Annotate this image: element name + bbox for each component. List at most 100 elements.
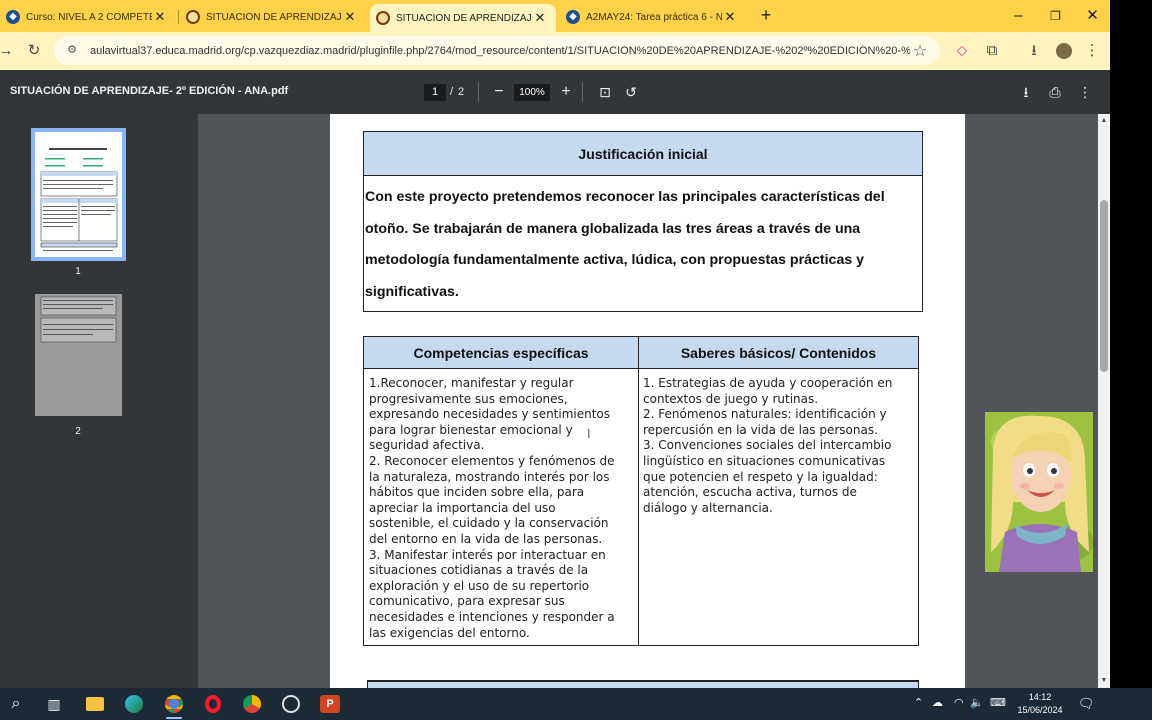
download-icon[interactable]: ⭳ (1022, 39, 1046, 63)
right-margin (1110, 0, 1152, 688)
competencias-line: apreciar la importancia del uso (369, 500, 556, 515)
moodle-favicon-icon: ◆ (6, 10, 20, 24)
chrome-icon[interactable] (162, 692, 186, 719)
pdf-filename: SITUACIÓN DE APRENDIZAJE- 2º EDICIÓN - A… (10, 85, 289, 97)
close-tab-icon[interactable]: ✕ (532, 10, 548, 26)
scroll-down-icon[interactable]: ▼ (1098, 674, 1110, 688)
saberes-line: repercusión en la vida de las personas. (643, 422, 878, 437)
print-icon[interactable]: ⎙ (1045, 82, 1065, 102)
pdf-favicon-icon (376, 11, 390, 25)
profile-avatar[interactable] (1052, 39, 1076, 63)
webcam-overlay (985, 412, 1093, 572)
clock[interactable]: 14:12 15/06/2024 (1014, 691, 1066, 717)
file-explorer-icon[interactable] (83, 692, 107, 716)
competencias-line: 1.Reconocer, manifestar y regular (369, 376, 574, 390)
thumbnail-label-2: 2 (75, 426, 81, 437)
saberes-cell: 1. Estrategias de ayuda y cooperación en… (643, 376, 915, 516)
saberes-line: lingüístico en situaciones comunicativas (643, 453, 886, 468)
vertical-scrollbar[interactable]: ▲ ▼ (1098, 114, 1110, 688)
page-thumbnail-2[interactable] (35, 294, 122, 416)
rotate-icon[interactable]: ↺ (621, 82, 641, 102)
onedrive-icon[interactable]: ☁ (932, 696, 943, 709)
tray-chevron-icon[interactable]: ⌃ (914, 696, 923, 709)
browser-menu-icon[interactable]: ⋮ (1080, 39, 1104, 63)
zoom-in-icon[interactable]: + (556, 82, 576, 102)
saberes-line: 3. Convenciones sociales del intercambio (643, 438, 892, 453)
thumbnail-preview-icon (40, 148, 118, 251)
download-pdf-icon[interactable]: ⭳ (1016, 82, 1036, 102)
competencias-line: del entorno en la vida de las personas. (369, 531, 603, 546)
wifi-icon[interactable]: ◠ (954, 696, 964, 709)
cartoon-girl-avatar (985, 412, 1093, 572)
new-tab-button[interactable]: + (756, 5, 776, 27)
pdf-favicon-icon (186, 10, 200, 24)
close-window-button[interactable]: ✕ (1074, 0, 1111, 32)
pdf-viewer-toolbar: SITUACIÓN DE APRENDIZAJE- 2º EDICIÓN - A… (0, 70, 1110, 114)
competencias-line: seguridad afectiva. (369, 438, 485, 453)
volume-icon[interactable]: 🔈 (970, 696, 984, 709)
more-actions-icon[interactable]: ⋮ (1075, 82, 1095, 102)
close-tab-icon[interactable]: ✕ (722, 9, 738, 25)
competencias-line: hábitos que inciden sobre ella, para (369, 485, 585, 500)
bookmark-star-icon[interactable]: ☆ (910, 41, 930, 61)
competencias-line: comunicativo, para expresar sus (369, 594, 565, 609)
task-view-icon[interactable]: ▥ (42, 692, 66, 716)
reload-icon[interactable]: ↻ (22, 39, 46, 63)
minimize-button[interactable]: – (1000, 0, 1037, 32)
powerpoint-icon[interactable]: P (318, 692, 342, 716)
tab-situacion-1[interactable]: SITUACIÓN DE APRENDIZAJE- 2 ✕ (180, 4, 366, 30)
search-icon[interactable]: ⌕ (4, 692, 28, 716)
chrome-alt-icon[interactable] (240, 692, 264, 716)
keyboard-icon[interactable]: ⌨ (990, 696, 1006, 709)
next-section-header (367, 680, 919, 688)
thumbnail-label-1: 1 (75, 266, 81, 277)
forward-icon[interactable]: → (0, 39, 18, 63)
tab-curso[interactable]: ◆ Curso: NIVEL A 2 COMPETENCI ✕ (0, 4, 176, 30)
competencias-cell: 1.Reconocer, manifestar y regular progres… (369, 376, 635, 641)
competencias-line: 3. Manifestar interés por interactuar en (369, 547, 606, 562)
competencias-line: exploración y el uso de su repertorio (369, 578, 590, 593)
recorder-icon[interactable] (279, 692, 303, 716)
extension-icon[interactable]: ⬦ (950, 39, 974, 63)
scroll-up-icon[interactable]: ▲ (1098, 114, 1110, 128)
tab-situacion-active[interactable]: SITUACIÓN DE APRENDIZAJE- ✕ (370, 4, 556, 32)
close-tab-icon[interactable]: ✕ (152, 9, 168, 25)
opera-icon[interactable] (201, 692, 225, 716)
competencias-line: situaciones cotidianas a través de la (369, 563, 589, 578)
scrollbar-thumb[interactable] (1100, 200, 1108, 372)
zoom-level-input[interactable]: 100% (514, 84, 550, 101)
page-number-input[interactable]: 1 (424, 84, 446, 101)
clock-time: 14:12 (1028, 692, 1052, 702)
pdf-page: Justificación inicial Con este proyecto … (330, 114, 965, 688)
saberes-line: atención, escucha activa, turnos de (643, 485, 857, 500)
page-thumbnail-1[interactable] (31, 128, 126, 261)
competencias-line: sostenible, el cuidado y la conservación (369, 516, 609, 531)
fit-to-page-icon[interactable]: ⊡ (595, 82, 615, 102)
competencias-line: necesidades e intenciones y responder a (369, 609, 615, 624)
restore-button[interactable]: ❐ (1037, 0, 1074, 32)
document-viewport[interactable]: Justificación inicial Con este proyecto … (198, 114, 1098, 688)
edge-icon[interactable] (122, 692, 146, 716)
tab-a2may24[interactable]: ◆ A2MAY24: Tarea práctica 6 - Ni ✕ (560, 4, 746, 30)
site-info-icon[interactable]: ⚙ (64, 43, 80, 59)
saberes-line: diálogo y alternancia. (643, 500, 773, 515)
moodle-favicon-icon: ◆ (566, 10, 580, 24)
notifications-icon[interactable]: 🗨 (1078, 696, 1095, 712)
text-cursor-icon: I (587, 426, 591, 441)
tab-title: A2MAY24: Tarea práctica 6 - Ni (586, 11, 722, 23)
competencias-line: 2. Reconocer elementos y fenómenos de (369, 453, 615, 468)
windows-taskbar: ⌕ ▥ P ⌃ ☁ ◠ 🔈 ⌨ 🗨 14:12 15/06/2024 (0, 688, 1152, 720)
saberes-line: 2. Fenómenos naturales: identificación y (643, 407, 887, 422)
close-tab-icon[interactable]: ✕ (342, 9, 358, 25)
url-text: aulavirtual37.educa.madrid.org/cp.vazque… (90, 44, 910, 57)
extensions-puzzle-icon[interactable]: ⧉ (980, 39, 1004, 63)
justificacion-text: Con este proyecto pretendemos reconocer … (365, 189, 885, 300)
justificacion-heading: Justificación inicial (364, 132, 922, 176)
competencias-line: para lograr bienestar emocional y (369, 422, 573, 437)
address-bar[interactable]: ⚙ aulavirtual37.educa.madrid.org/cp.vazq… (54, 36, 940, 65)
zoom-out-icon[interactable]: − (489, 82, 509, 102)
saberes-line: 1. Estrategias de ayuda y cooperación en (643, 376, 893, 390)
browser-tab-strip: ◆ Curso: NIVEL A 2 COMPETENCI ✕ SITUACIÓ… (0, 0, 1110, 32)
competencias-header: Competencias específicas (364, 337, 638, 369)
saberes-line: contextos de juego y rutinas. (643, 391, 819, 406)
